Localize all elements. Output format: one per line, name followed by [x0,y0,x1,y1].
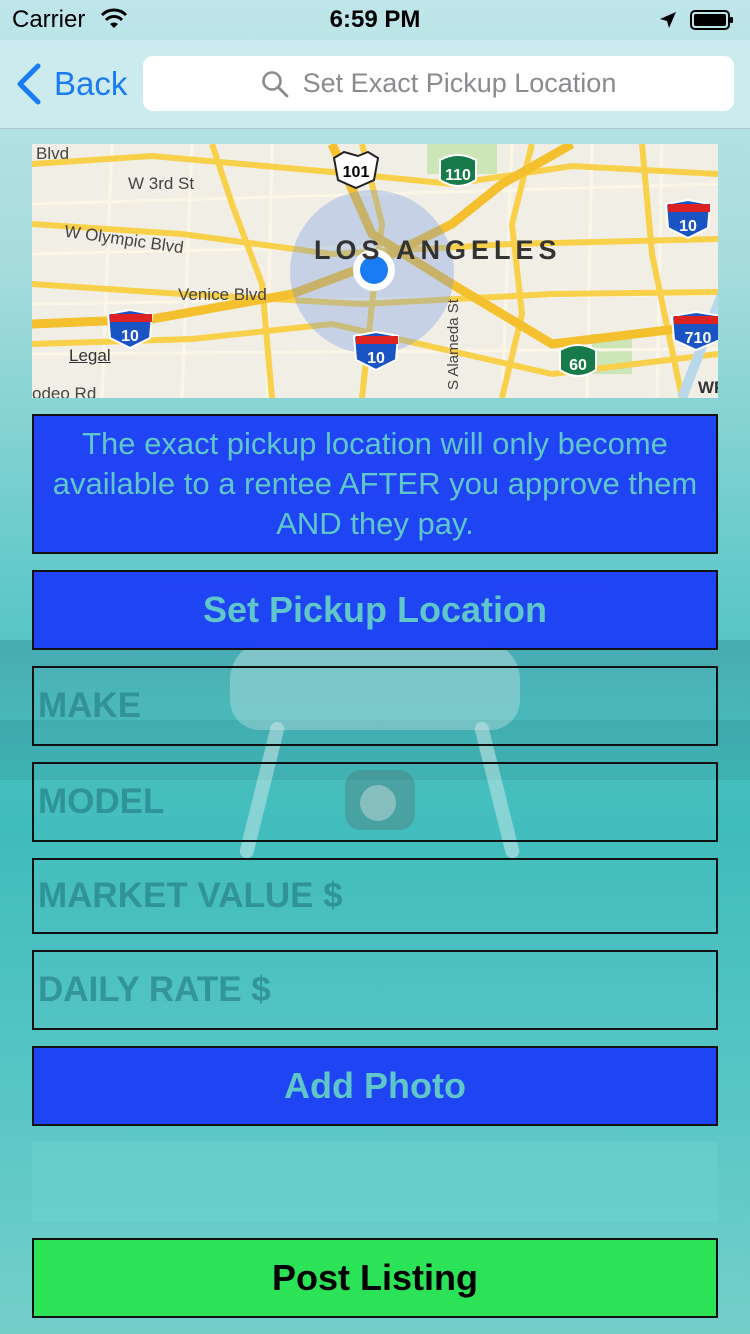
svg-text:710: 710 [685,330,712,347]
daily-rate-placeholder: DAILY RATE $ [38,970,271,1009]
clock: 6:59 PM [329,6,421,33]
svg-text:10: 10 [121,328,139,345]
location-arrow-icon [660,12,676,28]
map-street-label: S Alameda St [444,299,462,390]
map-street-label: Venice Blvd [178,285,267,304]
map-street-label: W 3rd St [128,174,195,193]
daily-rate-field[interactable]: DAILY RATE $ [32,950,718,1030]
map-city-label: Los Angeles [314,235,562,265]
add-photo-button[interactable]: Add Photo [32,1046,718,1126]
battery-icon [690,10,733,30]
svg-text:110: 110 [445,167,471,184]
map-street-label: Blvd [36,144,70,163]
market-value-placeholder: MARKET VALUE $ [38,876,343,915]
photo-preview-area [32,1142,718,1222]
map-corner-label: WF [698,378,718,397]
pickup-info-box: The exact pickup location will only beco… [32,414,718,554]
post-listing-label: Post Listing [272,1257,478,1298]
model-placeholder: MODEL [38,782,165,821]
back-label: Back [54,65,128,102]
back-button[interactable]: Back [14,60,127,108]
search-icon [261,70,289,97]
post-listing-button[interactable]: Post Listing [32,1238,718,1318]
search-placeholder: Set Exact Pickup Location [302,68,617,98]
svg-text:101: 101 [343,164,370,181]
set-pickup-location-label: Set Pickup Location [202,589,548,630]
chevron-left-icon [17,63,41,105]
model-field[interactable]: MODEL [32,762,718,842]
make-placeholder: MAKE [38,686,142,725]
map-street-label: odeo Rd [32,384,97,398]
svg-text:10: 10 [367,350,385,367]
pickup-info-text: The exact pickup location will only beco… [52,426,698,541]
map-legal-link[interactable]: Legal [69,346,111,366]
navigation-bar: Back Set Exact Pickup Location [0,40,750,129]
status-bar: Carrier 6:59 PM [0,0,750,40]
set-pickup-location-button[interactable]: Set Pickup Location [32,570,718,650]
svg-text:60: 60 [569,357,587,374]
add-photo-label: Add Photo [284,1065,466,1106]
search-field[interactable]: Set Exact Pickup Location [143,56,734,111]
svg-text:10: 10 [679,218,697,235]
make-field[interactable]: MAKE [32,666,718,746]
map-view[interactable]: 101 110 10 10 10 710 60 Blvd W 3rd St W … [32,144,718,398]
market-value-field[interactable]: MARKET VALUE $ [32,858,718,934]
